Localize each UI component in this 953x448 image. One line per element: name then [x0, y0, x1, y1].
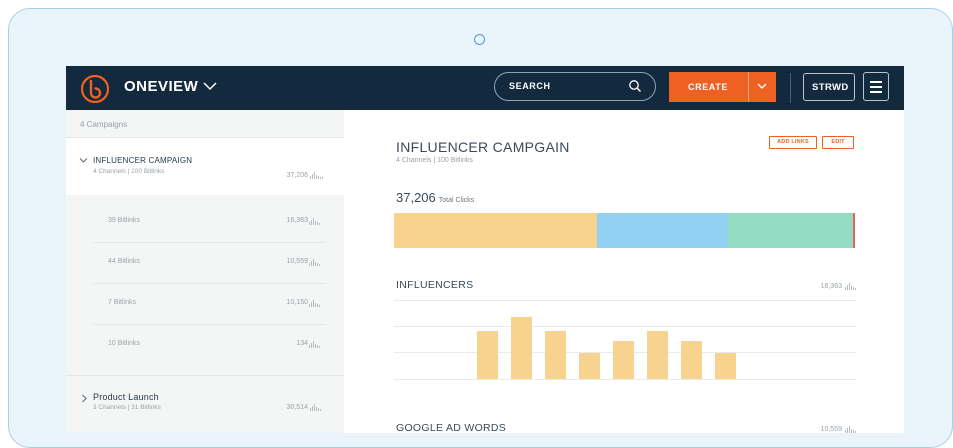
bitlink-group-row[interactable]: 10 Bitlinks 134 — [94, 325, 324, 365]
total-clicks-label: Total Clicks — [438, 197, 475, 204]
search-box[interactable]: SEARCH — [494, 72, 656, 101]
total-clicks: 37,206 Total Clicks — [396, 190, 474, 205]
bitlink-group-row[interactable]: 44 Bitlinks 10,559 — [94, 243, 324, 284]
sparkline-icon — [309, 218, 320, 225]
campaign-item-product-launch[interactable]: Product Launch 3 Channels | 31 Bitlinks … — [66, 378, 344, 433]
campaign-clicks: 37,206 — [286, 172, 308, 179]
campaign-title: Product Launch — [93, 392, 159, 402]
create-label: CREATE — [688, 82, 728, 92]
stacked-bar-segment[interactable] — [394, 213, 597, 248]
camera-icon — [474, 34, 485, 45]
influencer-bar[interactable] — [715, 352, 736, 379]
chevron-down-icon[interactable] — [202, 80, 218, 92]
add-links-button[interactable]: ADD LINKS — [769, 136, 817, 149]
influencer-bar[interactable] — [579, 352, 600, 379]
campaign-title: INFLUENCER CAMPAIGN — [93, 156, 193, 165]
section-clicks: 16,363 — [820, 283, 842, 290]
bitlink-clicks: 134 — [296, 340, 308, 347]
influencer-bar[interactable] — [681, 340, 702, 379]
campaign-detail-panel: INFLUENCER CAMPGAIN 4 Channels | 100 Bit… — [344, 110, 904, 433]
sparkline-icon — [309, 341, 320, 348]
bitlink-group-row[interactable]: 39 Bitlinks 16,363 — [94, 202, 324, 243]
page-subtitle: 4 Channels | 100 Bitlinks — [396, 157, 473, 164]
chevron-down-icon — [757, 83, 767, 89]
app-screen: ONEVIEW SEARCH CREATE STRWD 4 Campaigns … — [66, 66, 904, 433]
bitlink-clicks: 10,559 — [286, 258, 308, 265]
bitlink-count: 39 Bitlinks — [108, 217, 140, 224]
clicks-stacked-bar — [394, 213, 856, 248]
bitlink-count: 7 Bitlinks — [108, 299, 137, 306]
chevron-down-icon[interactable] — [79, 157, 88, 164]
campaign-count: 4 Campaigns — [80, 120, 128, 129]
stacked-bar-segment[interactable] — [727, 213, 854, 248]
brand-name[interactable]: ONEVIEW — [124, 78, 198, 95]
section-title: INFLUENCERS — [396, 279, 474, 291]
gridline — [394, 326, 856, 327]
bitlink-count: 44 Bitlinks — [108, 258, 140, 265]
campaign-item-influencer[interactable]: INFLUENCER CAMPAIGN 4 Channels | 100 Bit… — [66, 138, 344, 195]
sparkline-icon — [309, 259, 320, 266]
create-dropdown-button[interactable] — [748, 72, 776, 102]
section-title: GOOGLE AD WORDS — [396, 422, 507, 433]
divider — [66, 375, 344, 376]
campaign-clicks: 30,514 — [286, 404, 308, 411]
account-label: STRWD — [812, 82, 849, 93]
top-navbar: ONEVIEW SEARCH CREATE STRWD — [66, 66, 904, 110]
influencer-bar[interactable] — [545, 330, 566, 379]
influencer-bar[interactable] — [511, 317, 532, 379]
sparkline-icon — [309, 300, 320, 307]
gridline — [394, 379, 856, 380]
search-icon[interactable] — [628, 79, 642, 93]
chevron-right-icon[interactable] — [81, 394, 88, 403]
bitlink-clicks: 10,150 — [286, 299, 308, 306]
stacked-bar-segment[interactable] — [853, 213, 856, 248]
campaign-sidebar: 4 Campaigns INFLUENCER CAMPAIGN 4 Channe… — [66, 110, 344, 433]
sparkline-icon — [310, 172, 323, 179]
campaign-subtitle: 4 Channels | 100 Bitlinks — [93, 168, 165, 175]
bitlink-clicks: 16,363 — [286, 217, 308, 224]
account-button[interactable]: STRWD — [803, 73, 855, 101]
total-clicks-value: 37,206 — [396, 190, 436, 205]
sparkline-icon — [845, 283, 856, 290]
search-placeholder: SEARCH — [509, 81, 551, 91]
stacked-bar-segment[interactable] — [596, 213, 728, 248]
bitlink-count: 10 Bitlinks — [108, 340, 140, 347]
bitlink-group-row[interactable]: 7 Bitlinks 10,150 — [94, 284, 324, 325]
navbar-divider — [790, 73, 791, 103]
bitly-logo-icon[interactable] — [81, 75, 109, 103]
influencer-bar[interactable] — [613, 340, 634, 379]
section-clicks: 10,559 — [820, 426, 842, 433]
sparkline-icon — [845, 426, 856, 433]
create-button[interactable]: CREATE — [669, 72, 748, 102]
campaign-subtitle: 3 Channels | 31 Bitlinks — [93, 404, 161, 411]
gridline — [394, 300, 856, 301]
hamburger-menu-icon[interactable] — [863, 72, 889, 101]
sparkline-icon — [310, 404, 321, 411]
influencer-bar[interactable] — [647, 330, 668, 379]
page-title: INFLUENCER CAMPGAIN — [396, 139, 570, 155]
edit-button[interactable]: EDIT — [822, 136, 854, 149]
influencer-bar[interactable] — [477, 330, 498, 379]
